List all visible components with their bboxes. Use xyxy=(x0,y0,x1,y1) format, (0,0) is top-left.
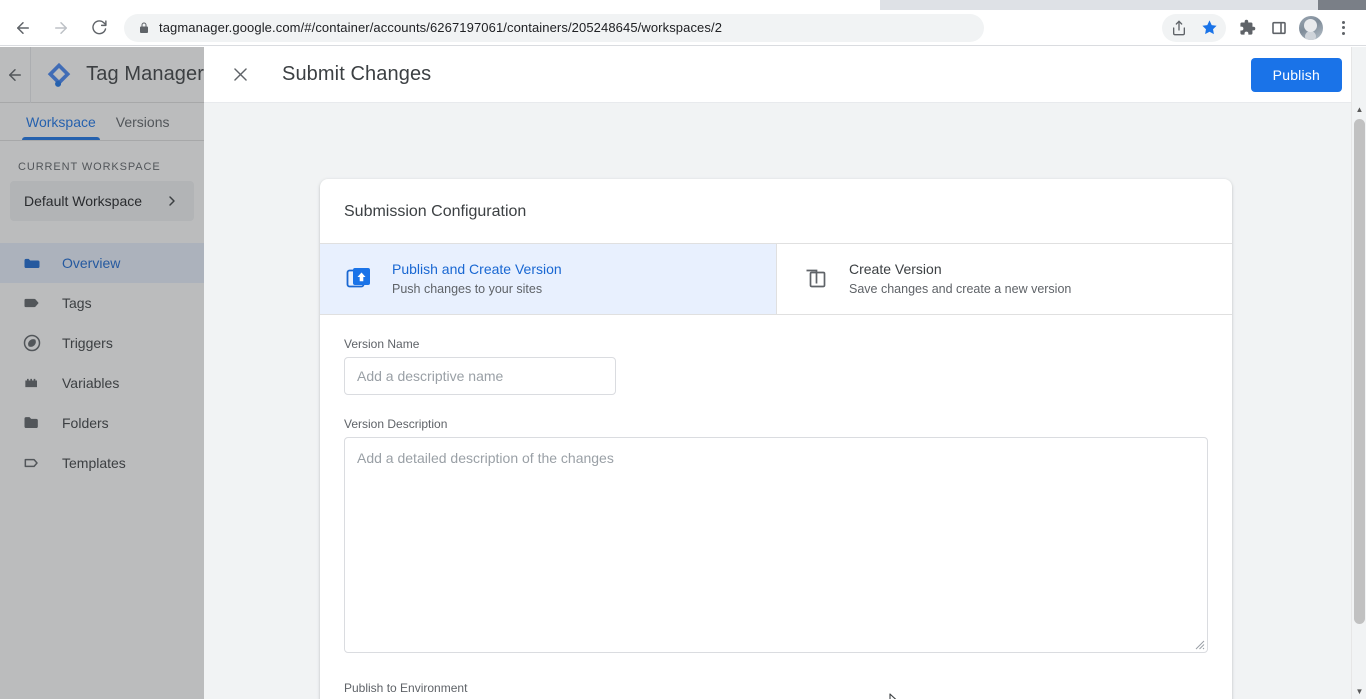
modal-scrim-overlay[interactable] xyxy=(0,47,204,699)
option-title: Publish and Create Version xyxy=(392,261,562,277)
browser-tab-other[interactable] xyxy=(888,2,1156,10)
option-subtitle: Push changes to your sites xyxy=(392,282,543,296)
modal-title: Submit Changes xyxy=(282,63,432,85)
three-dot-menu-icon[interactable] xyxy=(1328,13,1358,43)
scroll-down-arrow[interactable]: ▼ xyxy=(1352,684,1366,699)
browser-toolbar-right xyxy=(1162,13,1366,43)
copy-version-icon xyxy=(801,264,831,294)
address-bar-url: tagmanager.google.com/#/container/accoun… xyxy=(159,20,723,35)
star-icon[interactable] xyxy=(1194,13,1224,43)
share-icon[interactable] xyxy=(1164,13,1194,43)
lock-icon xyxy=(138,22,150,34)
screen: tagmanager.google.com/#/container/accoun… xyxy=(0,0,1366,699)
option-create-version[interactable]: Create Version Save changes and create a… xyxy=(776,244,1232,314)
publish-upload-icon xyxy=(344,264,374,294)
reload-icon[interactable] xyxy=(84,13,114,43)
modal-body: Submission Configuration Publish and Cre… xyxy=(204,103,1366,699)
back-arrow-icon[interactable] xyxy=(8,13,38,43)
submission-form: Version Name Version Description Publish… xyxy=(320,315,1232,699)
profile-avatar[interactable] xyxy=(1296,13,1326,43)
avatar xyxy=(1299,15,1323,40)
version-description-wrapper xyxy=(344,437,1208,653)
gtm-sidebar: Tag Manager Workspace Versions CURRENT W… xyxy=(0,47,204,699)
application-area: Tag Manager Workspace Versions CURRENT W… xyxy=(0,47,1366,699)
scrollbar-thumb[interactable] xyxy=(1354,119,1365,624)
browser-window-controls[interactable] xyxy=(1318,0,1366,10)
card-title: Submission Configuration xyxy=(344,203,527,220)
address-bar[interactable]: tagmanager.google.com/#/container/accoun… xyxy=(124,13,984,42)
close-icon[interactable] xyxy=(228,63,252,87)
browser-tab-space xyxy=(1152,0,1282,10)
forward-arrow-icon[interactable] xyxy=(46,13,76,43)
option-text: Publish and Create Version Push changes … xyxy=(392,260,562,298)
publish-button[interactable]: Publish xyxy=(1250,57,1342,92)
browser-tab-strip xyxy=(0,0,1366,10)
browser-tab-active[interactable] xyxy=(0,0,880,10)
bookmark-pill xyxy=(1162,13,1226,43)
version-description-textarea[interactable] xyxy=(344,437,1208,653)
browser-toolbar: tagmanager.google.com/#/container/accoun… xyxy=(0,10,1366,46)
scroll-down-glyph: ▼ xyxy=(1355,686,1364,696)
version-name-input[interactable] xyxy=(344,357,616,395)
option-title: Create Version xyxy=(849,261,942,277)
puzzle-piece-icon[interactable] xyxy=(1232,13,1262,43)
side-panel-icon[interactable] xyxy=(1264,13,1294,43)
version-description-label: Version Description xyxy=(344,417,448,431)
scroll-up-arrow[interactable]: ▲ xyxy=(1352,102,1366,117)
submission-type-options: Publish and Create Version Push changes … xyxy=(320,243,1232,315)
version-name-label: Version Name xyxy=(344,337,420,351)
scroll-up-glyph: ▲ xyxy=(1355,104,1364,114)
option-subtitle: Save changes and create a new version xyxy=(849,282,1072,296)
publish-to-environment-label: Publish to Environment xyxy=(344,681,468,695)
vertical-scrollbar[interactable]: ▲ ▼ xyxy=(1351,47,1366,699)
submit-changes-modal: Submit Changes Publish Submission Config… xyxy=(204,47,1366,699)
mouse-cursor xyxy=(889,693,897,699)
modal-header: Submit Changes Publish xyxy=(204,47,1366,103)
submission-configuration-card: Submission Configuration Publish and Cre… xyxy=(320,179,1232,699)
option-publish-and-create-version[interactable]: Publish and Create Version Push changes … xyxy=(320,244,776,314)
option-text: Create Version Save changes and create a… xyxy=(849,260,1071,298)
